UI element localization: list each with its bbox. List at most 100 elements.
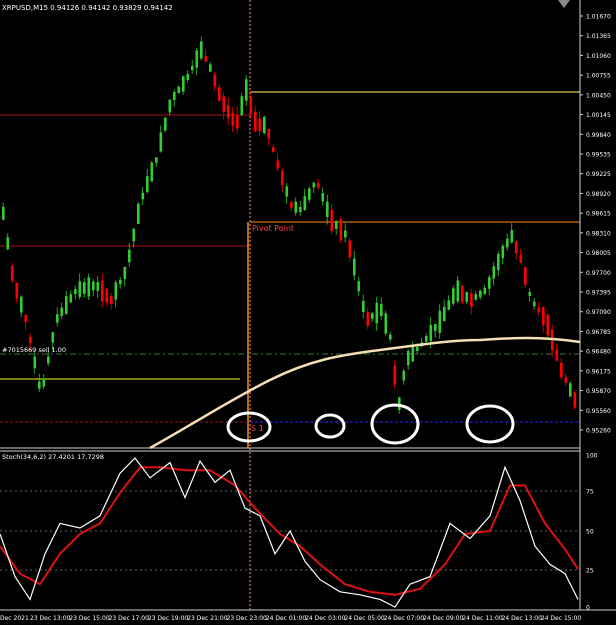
candle-body (479, 290, 482, 298)
candle-body (276, 160, 280, 169)
stoch-tick-label: 0 (586, 605, 590, 612)
candle-body (96, 282, 100, 291)
time-tick-label: 24 Dec 09:00 (423, 615, 464, 622)
candle-body (573, 392, 577, 408)
time-tick-label: 24 Dec 01:00 (266, 615, 307, 622)
candle-body (6, 237, 10, 250)
candle-body (384, 313, 388, 334)
stoch-tick-label: 75 (586, 489, 594, 496)
candle-body (182, 76, 185, 92)
candle-body (222, 96, 226, 113)
candle-body (119, 279, 122, 285)
candle-body (303, 196, 307, 210)
stoch-tick-label: 25 (586, 568, 594, 575)
candle-body (447, 300, 451, 310)
trading-chart[interactable]: XRPUSD,M15 0.94126 0.94142 0.93829 0.941… (0, 0, 616, 625)
candle-body (429, 325, 433, 342)
candle-body (542, 307, 545, 325)
candle-body (78, 281, 82, 297)
candle-body (209, 64, 212, 72)
time-tick-label: 23 Dec 21:00 (187, 615, 228, 622)
candle-body (74, 289, 77, 294)
candle-body (168, 99, 172, 113)
candle-body (569, 383, 572, 397)
candle-body (560, 362, 563, 378)
time-tick-label: 24 Dec 05:00 (344, 615, 385, 622)
price-tick-label: 0.95560 (586, 408, 611, 415)
candle-body (339, 218, 343, 241)
candle-body (141, 192, 145, 200)
candle-body (15, 282, 19, 299)
time-tick-label: Dec 2021 (0, 615, 29, 622)
time-tick-label: 23 Dec 19:00 (148, 615, 189, 622)
candle-body (353, 258, 356, 276)
candle-body (335, 221, 338, 229)
candle-body (267, 128, 271, 139)
candle-body (510, 230, 514, 243)
candle-body (389, 334, 392, 340)
candle-body (60, 307, 64, 316)
candle-body (2, 206, 5, 220)
candle-body (474, 294, 478, 300)
candle-body (42, 378, 46, 387)
price-tick-label: 0.98310 (586, 230, 611, 237)
candle-body (231, 112, 235, 126)
candle-body (65, 296, 68, 314)
candle-body (150, 162, 154, 182)
price-tick-label: 0.98005 (586, 250, 611, 257)
candle-body (173, 91, 176, 101)
candle-body (438, 310, 442, 333)
candle-body (402, 370, 406, 381)
candle-body (101, 280, 104, 302)
candle-body (497, 253, 500, 271)
candle-body (213, 74, 217, 87)
candle-body (524, 267, 527, 285)
candle-body (411, 345, 415, 362)
candle-body (272, 147, 275, 152)
candle-body (488, 277, 491, 289)
time-axis[interactable]: Dec 2021 23 Dec 13:0023 Dec 15:0023 Dec 1… (0, 615, 581, 622)
candle-body (506, 238, 509, 248)
candle-body (546, 314, 550, 336)
price-tick-label: 1.01060 (586, 53, 611, 60)
candle-body (515, 241, 518, 254)
candle-body (348, 240, 352, 258)
candle-body (452, 288, 455, 304)
candle-body (105, 288, 109, 303)
candle-body (326, 201, 329, 217)
candle-body (29, 336, 32, 344)
candle-body (123, 267, 127, 279)
price-tick-label: 0.96480 (586, 349, 611, 356)
candle-body (191, 65, 194, 71)
time-tick-label: 24 Dec 13:00 (502, 615, 543, 622)
candle-body (344, 230, 347, 238)
candle-body (164, 117, 167, 131)
candle-body (69, 294, 73, 303)
candle-body (227, 105, 230, 118)
candle-body (240, 96, 244, 116)
price-tick-label: 0.99535 (586, 152, 611, 159)
price-tick-label: 0.99225 (586, 171, 611, 178)
price-tick-label: 0.97700 (586, 270, 611, 277)
candle-body (366, 312, 370, 326)
price-tick-label: 0.95870 (586, 388, 611, 395)
candle-body (443, 306, 446, 322)
candle-body (195, 50, 199, 68)
candle-body (375, 302, 379, 324)
candle-body (533, 301, 536, 307)
order-label: #7015669 sell 1.00 (2, 346, 66, 354)
candle-body (434, 323, 437, 332)
time-tick-label: 24 Dec 03:00 (305, 615, 346, 622)
time-tick-label: 24 Dec 11:00 (462, 615, 503, 622)
time-tick-label: 23 Dec 15:00 (69, 615, 110, 622)
candle-body (501, 245, 505, 259)
candle-body (416, 346, 419, 352)
candle-body (83, 282, 86, 294)
candle-body (200, 41, 203, 59)
price-tick-label: 1.01365 (586, 33, 611, 40)
candle-body (357, 281, 361, 292)
candle-body (236, 114, 239, 129)
candle-body (87, 277, 91, 297)
candle-body (186, 74, 190, 80)
price-tick-label: 0.96175 (586, 368, 611, 375)
